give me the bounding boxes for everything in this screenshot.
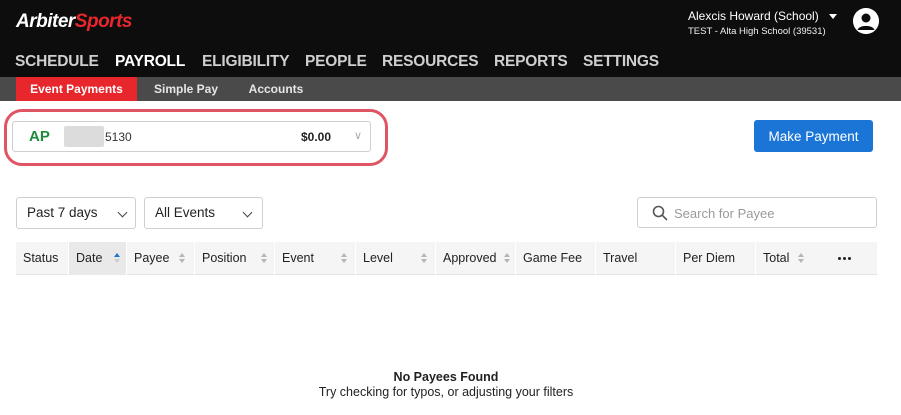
nav-people[interactable]: PEOPLE [305, 53, 367, 71]
sort-ascending-icon [114, 253, 120, 264]
sort-icon [504, 253, 510, 264]
nav-eligibility[interactable]: ELIGIBILITY [202, 53, 290, 71]
column-payee[interactable]: Payee [126, 242, 194, 275]
payee-search [637, 197, 877, 228]
tab-event-payments[interactable]: Event Payments [16, 77, 137, 101]
sub-nav: Event Payments Simple Pay Accounts [0, 77, 901, 101]
empty-state-subtitle: Try checking for typos, or adjusting you… [318, 385, 574, 399]
sort-icon [261, 253, 267, 264]
events-value: All Events [155, 205, 216, 220]
account-balance: $0.00 [301, 130, 332, 144]
chevron-down-icon: ∨ [354, 130, 363, 142]
chevron-down-icon [117, 207, 128, 218]
nav-reports[interactable]: REPORTS [494, 53, 568, 71]
account-number: 5130 [105, 130, 132, 144]
caret-down-icon [828, 13, 837, 19]
date-range-select[interactable]: Past 7 days [16, 197, 136, 229]
column-date[interactable]: Date [68, 242, 126, 275]
column-event[interactable]: Event [274, 242, 355, 275]
avatar[interactable] [853, 8, 879, 34]
sort-icon [179, 253, 185, 264]
column-game-fee[interactable]: Game Fee [515, 242, 595, 275]
account-selector[interactable]: AP 5130 $0.00 ∨ [12, 121, 371, 152]
chevron-down-icon [242, 207, 253, 218]
user-name: Alexcis Howard (School) [688, 9, 819, 23]
sort-icon [341, 253, 347, 264]
column-per-diem[interactable]: Per Diem [675, 242, 755, 275]
top-bar: ArbiterSports Alexcis Howard (School) TE… [0, 0, 901, 48]
redacted-account-number [64, 126, 104, 147]
more-options-icon[interactable] [838, 257, 851, 260]
empty-state-title: No Payees Found [393, 370, 499, 384]
arbiter-sports-logo[interactable]: ArbiterSports [16, 11, 132, 33]
nav-settings[interactable]: SETTINGS [583, 53, 659, 71]
tab-accounts[interactable]: Accounts [237, 77, 315, 101]
account-type: AP [29, 128, 50, 145]
search-icon [652, 205, 668, 221]
column-position[interactable]: Position [194, 242, 274, 275]
tab-simple-pay[interactable]: Simple Pay [143, 77, 229, 101]
events-select[interactable]: All Events [144, 197, 263, 229]
make-payment-button[interactable]: Make Payment [754, 120, 873, 152]
column-status[interactable]: Status [16, 242, 68, 275]
date-range-value: Past 7 days [27, 205, 98, 220]
payments-table-header: Status Date Payee Position Event Level A… [16, 242, 877, 275]
user-avatar-icon [853, 8, 879, 34]
nav-payroll[interactable]: PAYROLL [115, 53, 185, 71]
search-input[interactable] [674, 203, 869, 223]
nav-schedule[interactable]: SCHEDULE [15, 53, 99, 71]
main-nav: SCHEDULE PAYROLL ELIGIBILITY PEOPLE RESO… [0, 48, 901, 77]
sort-icon [798, 253, 804, 264]
sort-icon [421, 253, 427, 264]
column-approved[interactable]: Approved [435, 242, 515, 275]
user-school: TEST - Alta High School (39531) [688, 26, 826, 37]
column-total[interactable]: Total [755, 242, 811, 275]
user-menu[interactable]: Alexcis Howard (School) TEST - Alta High… [688, 9, 837, 37]
nav-resources[interactable]: RESOURCES [382, 53, 479, 71]
column-level[interactable]: Level [355, 242, 435, 275]
column-travel[interactable]: Travel [595, 242, 675, 275]
